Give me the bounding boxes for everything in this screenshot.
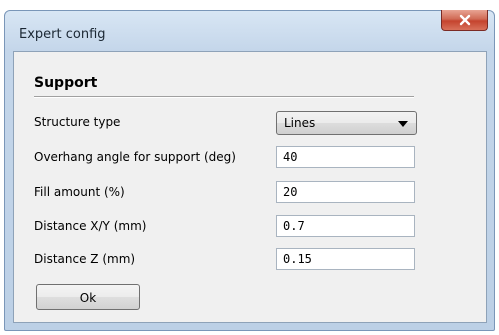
chevron-down-icon xyxy=(398,121,408,127)
fill-amount-label: Fill amount (%) xyxy=(34,185,125,199)
overhang-angle-label: Overhang angle for support (deg) xyxy=(34,150,236,164)
distance-z-input[interactable] xyxy=(276,248,415,270)
close-icon xyxy=(459,14,471,26)
structure-type-label: Structure type xyxy=(34,115,121,129)
structure-type-select[interactable]: Lines xyxy=(276,111,417,135)
distance-xy-input[interactable] xyxy=(276,215,415,237)
section-divider xyxy=(34,96,414,98)
title-bar[interactable]: Expert config xyxy=(5,10,494,45)
close-button[interactable] xyxy=(441,10,488,31)
section-title-support: Support xyxy=(34,75,98,91)
ok-button[interactable]: Ok xyxy=(36,284,140,310)
overhang-angle-input[interactable] xyxy=(276,146,415,168)
structure-type-value: Lines xyxy=(284,116,316,130)
distance-z-label: Distance Z (mm) xyxy=(34,252,136,266)
dialog-body: Support Structure type Lines Overhang an… xyxy=(13,51,487,323)
expert-config-window: Expert config Support Structure type Lin… xyxy=(4,10,495,331)
fill-amount-input[interactable] xyxy=(276,181,415,203)
window-title: Expert config xyxy=(19,27,106,42)
distance-xy-label: Distance X/Y (mm) xyxy=(34,219,147,233)
